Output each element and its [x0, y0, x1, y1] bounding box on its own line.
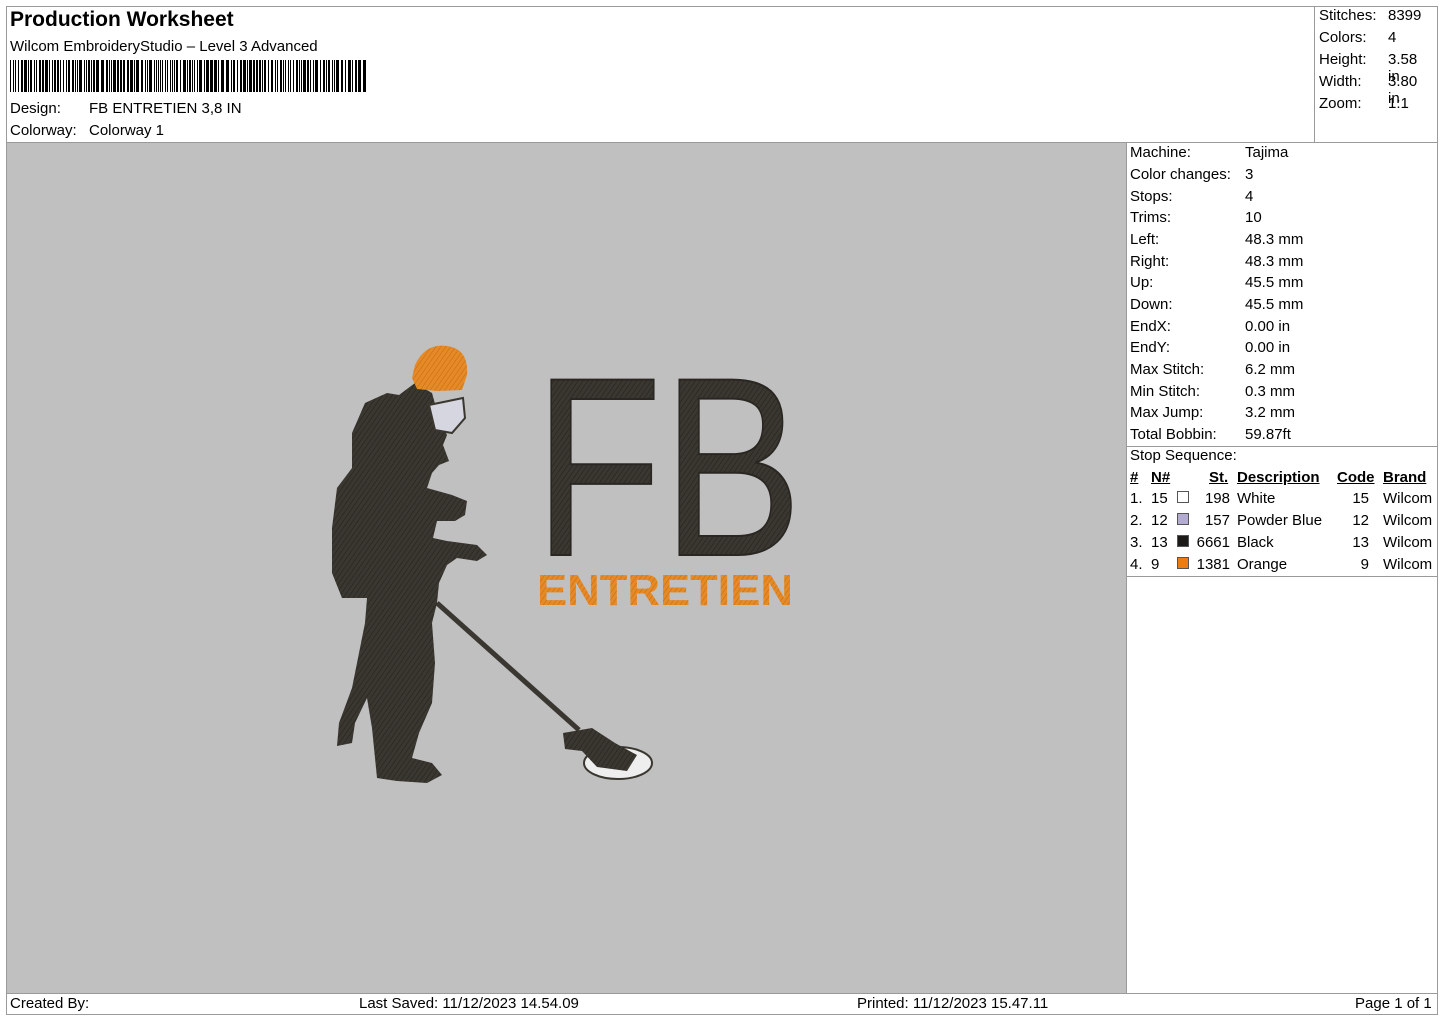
printed-date: Printed: 11/12/2023 15.47.11 — [857, 995, 1049, 1012]
color-changes-label: Color changes: — [1130, 166, 1231, 183]
table-divider — [1126, 576, 1438, 577]
page-title: Production Worksheet — [10, 8, 234, 31]
left-value: 48.3 mm — [1245, 231, 1304, 248]
stops-label: Stops: — [1130, 188, 1173, 205]
col-header-code: Code — [1337, 469, 1375, 486]
machine-value: Tajima — [1245, 144, 1289, 161]
colors-label: Colors: — [1319, 29, 1367, 46]
colorway-label: Colorway: — [10, 122, 77, 139]
row-needle: 12 — [1151, 512, 1168, 529]
row-description: Orange — [1237, 556, 1288, 573]
color-changes-value: 3 — [1245, 166, 1254, 183]
height-label: Height: — [1319, 51, 1367, 68]
max-stitch-label: Max Stitch: — [1130, 361, 1205, 378]
stitches-label: Stitches: — [1319, 7, 1377, 24]
total-bobbin-label: Total Bobbin: — [1130, 426, 1217, 443]
row-brand: Wilcom — [1383, 534, 1433, 551]
width-label: Width: — [1319, 73, 1362, 90]
max-stitch-value: 6.2 mm — [1245, 361, 1296, 378]
col-header-description: Description — [1237, 469, 1320, 486]
right-label: Right: — [1130, 253, 1170, 270]
row-num: 3. — [1130, 534, 1143, 551]
right-value: 48.3 mm — [1245, 253, 1304, 270]
up-value: 45.5 mm — [1245, 274, 1304, 291]
min-stitch-label: Min Stitch: — [1130, 383, 1201, 400]
colors-value: 4 — [1388, 29, 1397, 46]
row-code: 15 — [1352, 490, 1369, 507]
row-code: 13 — [1352, 534, 1369, 551]
down-value: 45.5 mm — [1245, 296, 1304, 313]
created-by: Created By: — [10, 995, 90, 1012]
max-jump-value: 3.2 mm — [1245, 404, 1296, 421]
row-needle: 9 — [1151, 556, 1160, 573]
row-code: 9 — [1360, 556, 1369, 573]
row-brand: Wilcom — [1383, 512, 1433, 529]
row-num: 2. — [1130, 512, 1143, 529]
trims-label: Trims: — [1130, 209, 1172, 226]
col-header-num: # — [1130, 469, 1139, 486]
stops-value: 4 — [1245, 188, 1254, 205]
summary-divider — [1314, 6, 1315, 143]
page-number: Page 1 of 1 — [1355, 995, 1432, 1012]
endx-value: 0.00 in — [1245, 318, 1291, 335]
row-description: Powder Blue — [1237, 512, 1323, 529]
row-brand: Wilcom — [1383, 490, 1433, 507]
worker-silhouette — [332, 383, 487, 783]
color-swatch-black — [1177, 535, 1189, 547]
row-description: White — [1237, 490, 1276, 507]
trims-value: 10 — [1245, 209, 1262, 226]
left-label: Left: — [1130, 231, 1160, 248]
row-stitches: 1381 — [1196, 556, 1230, 573]
panel-divider — [1126, 142, 1127, 993]
machine-label: Machine: — [1130, 144, 1191, 161]
hard-hat — [412, 345, 468, 391]
logo-entretien-text: ENTRETIEN — [537, 566, 793, 615]
min-stitch-value: 0.3 mm — [1245, 383, 1296, 400]
color-swatch-powder-blue — [1177, 513, 1189, 525]
stop-sequence-title: Stop Sequence: — [1130, 447, 1237, 464]
total-bobbin-value: 59.87ft — [1245, 426, 1291, 443]
row-needle: 13 — [1151, 534, 1168, 551]
color-swatch-white — [1177, 491, 1189, 503]
face-visor — [427, 396, 467, 435]
footer-divider — [6, 993, 1438, 994]
col-header-brand: Brand — [1383, 469, 1427, 486]
embroidery-design: FB ENTRETIEN — [332, 324, 803, 783]
endx-label: EndX: — [1130, 318, 1171, 335]
color-swatch-orange — [1177, 557, 1189, 569]
last-saved: Last Saved: 11/12/2023 14.54.09 — [359, 995, 579, 1012]
stitches-value: 8399 — [1388, 7, 1422, 24]
barcode-image — [10, 60, 366, 92]
col-header-needle: N# — [1151, 469, 1171, 486]
design-name: FB ENTRETIEN 3,8 IN — [89, 100, 242, 117]
row-code: 12 — [1352, 512, 1369, 529]
max-jump-label: Max Jump: — [1130, 404, 1204, 421]
endy-value: 0.00 in — [1245, 339, 1291, 356]
design-label: Design: — [10, 100, 61, 117]
col-header-stitches: St. — [1209, 469, 1229, 486]
row-description: Black — [1237, 534, 1274, 551]
up-label: Up: — [1130, 274, 1154, 291]
zoom-value: 1:1 — [1388, 95, 1409, 112]
row-num: 1. — [1130, 490, 1143, 507]
row-stitches: 6661 — [1196, 534, 1230, 551]
row-num: 4. — [1130, 556, 1143, 573]
row-stitches: 157 — [1204, 512, 1230, 529]
endy-label: EndY: — [1130, 339, 1171, 356]
zoom-label: Zoom: — [1319, 95, 1362, 112]
row-brand: Wilcom — [1383, 556, 1433, 573]
colorway-value: Colorway 1 — [89, 122, 165, 139]
trimmer-head — [563, 728, 637, 771]
row-needle: 15 — [1151, 490, 1168, 507]
trimmer-pole — [435, 601, 581, 732]
design-preview: FB ENTRETIEN — [7, 143, 1126, 993]
software-name: Wilcom EmbroideryStudio – Level 3 Advanc… — [10, 38, 318, 55]
down-label: Down: — [1130, 296, 1173, 313]
row-stitches: 198 — [1204, 490, 1230, 507]
